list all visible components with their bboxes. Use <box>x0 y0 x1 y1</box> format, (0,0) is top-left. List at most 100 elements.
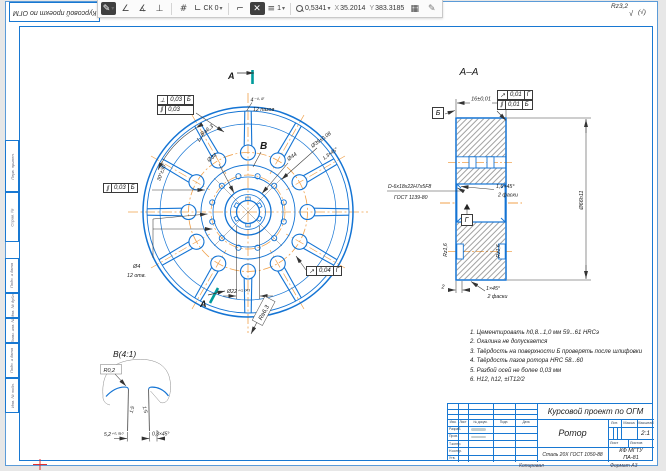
tol-frame-bottom: ↗0,04Г <box>306 266 342 276</box>
pencil-icon: ✎ <box>428 4 436 14</box>
technical-notes: 1. Цементировать h0,8...1,0 мм 59...61 H… <box>470 329 662 385</box>
detail-radius: R0,2 <box>104 368 116 374</box>
signature-scribble <box>471 436 486 439</box>
note-line: 1. Цементировать h0,8...1,0 мм 59...61 H… <box>470 329 662 338</box>
datum-b-flag: Б <box>432 107 444 119</box>
header-lit: Лит. <box>608 419 621 427</box>
hatch-top <box>457 119 505 157</box>
datum-g-flag: Г <box>461 214 473 226</box>
title-block: Курсовой проект по ОГМ Ротор Лит. Масса … <box>447 403 653 461</box>
taper-left: 1:5 <box>129 405 137 413</box>
pencil-icon: ✎ <box>103 4 111 14</box>
dim-slot-count: 12 пазов <box>253 107 274 113</box>
col-podp: Подп. <box>493 419 515 426</box>
taper-right: 1:5 <box>141 406 149 414</box>
col-docnum: № докум. <box>468 419 493 426</box>
format-label: Формат A3 <box>610 463 637 469</box>
chamfer-bottom: 1×45° <box>486 286 500 292</box>
role-nkontr: Н.контр. <box>448 447 469 454</box>
cursor-x-readout: X35.2014 <box>333 2 366 15</box>
copied-label: Копировал <box>519 463 544 469</box>
titleblock-scale: 2:1 <box>637 427 654 439</box>
axes-icon: ∟ <box>194 4 202 14</box>
snap-angle-button[interactable]: ∠ <box>118 2 133 15</box>
section-label-top: А <box>227 71 235 81</box>
hatch-mid <box>457 168 505 184</box>
section-label-bottom: А <box>199 299 207 309</box>
dim-d4-count: 12 отв. <box>127 273 146 279</box>
role-tkontr: Т.контр. <box>448 440 469 447</box>
centerlines <box>128 93 368 333</box>
dim-d34: Ø34 <box>206 153 219 165</box>
tol-sym: ⊥ <box>158 96 168 104</box>
snap-align-button[interactable]: ∡ <box>135 2 150 15</box>
detail-dim-width: 5,2⁺⁰·⁰³⁰ <box>104 432 124 438</box>
layers-button[interactable]: ≡1▾ <box>267 2 286 15</box>
ortho-button[interactable]: ⌐ <box>233 2 248 15</box>
titleblock-org: КФ МГТУ ПА-81 <box>608 447 654 462</box>
separator <box>290 3 291 15</box>
dim-bore: Ø22⁺⁰·⁰⁴³ <box>226 289 250 295</box>
role-razrab: Разраб. <box>448 426 469 433</box>
angle-snap-icon: ∠ <box>121 4 129 14</box>
rz-left: Rz1,6 <box>443 243 449 257</box>
zoom-control[interactable]: 0,5341▾ <box>295 2 331 15</box>
separator <box>171 3 172 15</box>
chevron-down-icon: ▾ <box>327 5 330 12</box>
rz-right: Rz1,6 <box>496 244 502 258</box>
detail-title: В(4:1) <box>113 349 136 359</box>
detail-dim-chamfer: 0,3×45° <box>152 432 169 438</box>
detail-marker: В <box>260 141 267 152</box>
keyboard-input-button[interactable]: ▦ <box>407 2 422 15</box>
snap-icon: ✕ <box>253 4 261 14</box>
ortho-icon: ⌐ <box>236 4 244 14</box>
grid-icon: # <box>180 4 188 14</box>
spline-gost: ГОСТ 1139-80 <box>394 195 428 201</box>
section-title: А–А <box>459 67 479 78</box>
dim-chamfer-front: 1,3×45° <box>322 147 340 162</box>
magnifier-icon <box>296 5 303 12</box>
separator <box>228 3 229 15</box>
chevron-down-icon: ▾ <box>282 5 285 12</box>
tol-frame-top: ⊥0,03Б ∥0,03 <box>157 95 194 115</box>
note-line: 5. Разбой осей не более 0,03 мм <box>470 367 662 376</box>
edit-mode-button[interactable]: ✎ <box>424 2 439 15</box>
detail-surfaces <box>106 387 169 396</box>
titleblock-part-name: Ротор <box>537 419 608 447</box>
tol-sym: ∥ <box>104 184 112 192</box>
header-scale: Масштаб <box>637 419 654 427</box>
role-prov: Пров. <box>448 433 469 440</box>
t-sym: ↗ <box>307 267 317 275</box>
dim-width: 16±0,01 <box>471 97 491 103</box>
chevron-down-icon: ▾ <box>111 5 114 12</box>
cursor-y-readout: Y383.3185 <box>368 2 405 15</box>
grid-button[interactable]: # <box>176 2 191 15</box>
kompas-cad-window: { "app": { "toolbar": { "ck": "СК 0", "l… <box>0 0 666 471</box>
draw-style-button[interactable]: ✎▾ <box>101 2 116 15</box>
origin-marker <box>33 459 47 470</box>
note-line: 3. Твёрдость на поверхности Б проверять … <box>470 348 662 357</box>
chamfer-top: 1,6×45° <box>496 184 514 190</box>
dim-slot-width: 4⁻⁰·⁰⁷ <box>251 98 266 104</box>
coordinate-system-button[interactable]: ∟СК 0▾ <box>193 2 224 15</box>
spline-designation: D-6x18x22H7x5F8 <box>388 184 431 190</box>
keyboard-icon: ▦ <box>411 4 420 14</box>
dim-d39: Ø39±0,08 <box>309 131 332 150</box>
dim-d4: Ø4 <box>132 264 140 270</box>
signature-scribble <box>471 428 486 431</box>
tol-sym: ∥ <box>158 106 166 114</box>
layers-icon: ≡ <box>268 4 276 14</box>
dim-2: 2 <box>440 285 444 291</box>
sheet-label: Лист <box>608 439 630 447</box>
note-line: 2. Окалина не допускается <box>470 338 662 347</box>
snap-toggle-button[interactable]: ✕ <box>250 2 265 15</box>
chamfer-bottom-note: 2 фаски <box>487 294 508 300</box>
chevron-down-icon: ▾ <box>220 5 223 12</box>
sheets-label: Листов <box>628 439 656 447</box>
header-mass: Масса <box>621 419 637 427</box>
drawing-canvas: А А 4⁻⁰·⁰⁷ 12 пазов R <box>0 0 666 471</box>
snap-perp-button[interactable]: ⊥ <box>152 2 167 15</box>
align-snap-icon: ∡ <box>138 4 146 14</box>
perpendicular-snap-icon: ⊥ <box>156 4 164 14</box>
dim-d66: Ø66h11 <box>579 190 585 210</box>
